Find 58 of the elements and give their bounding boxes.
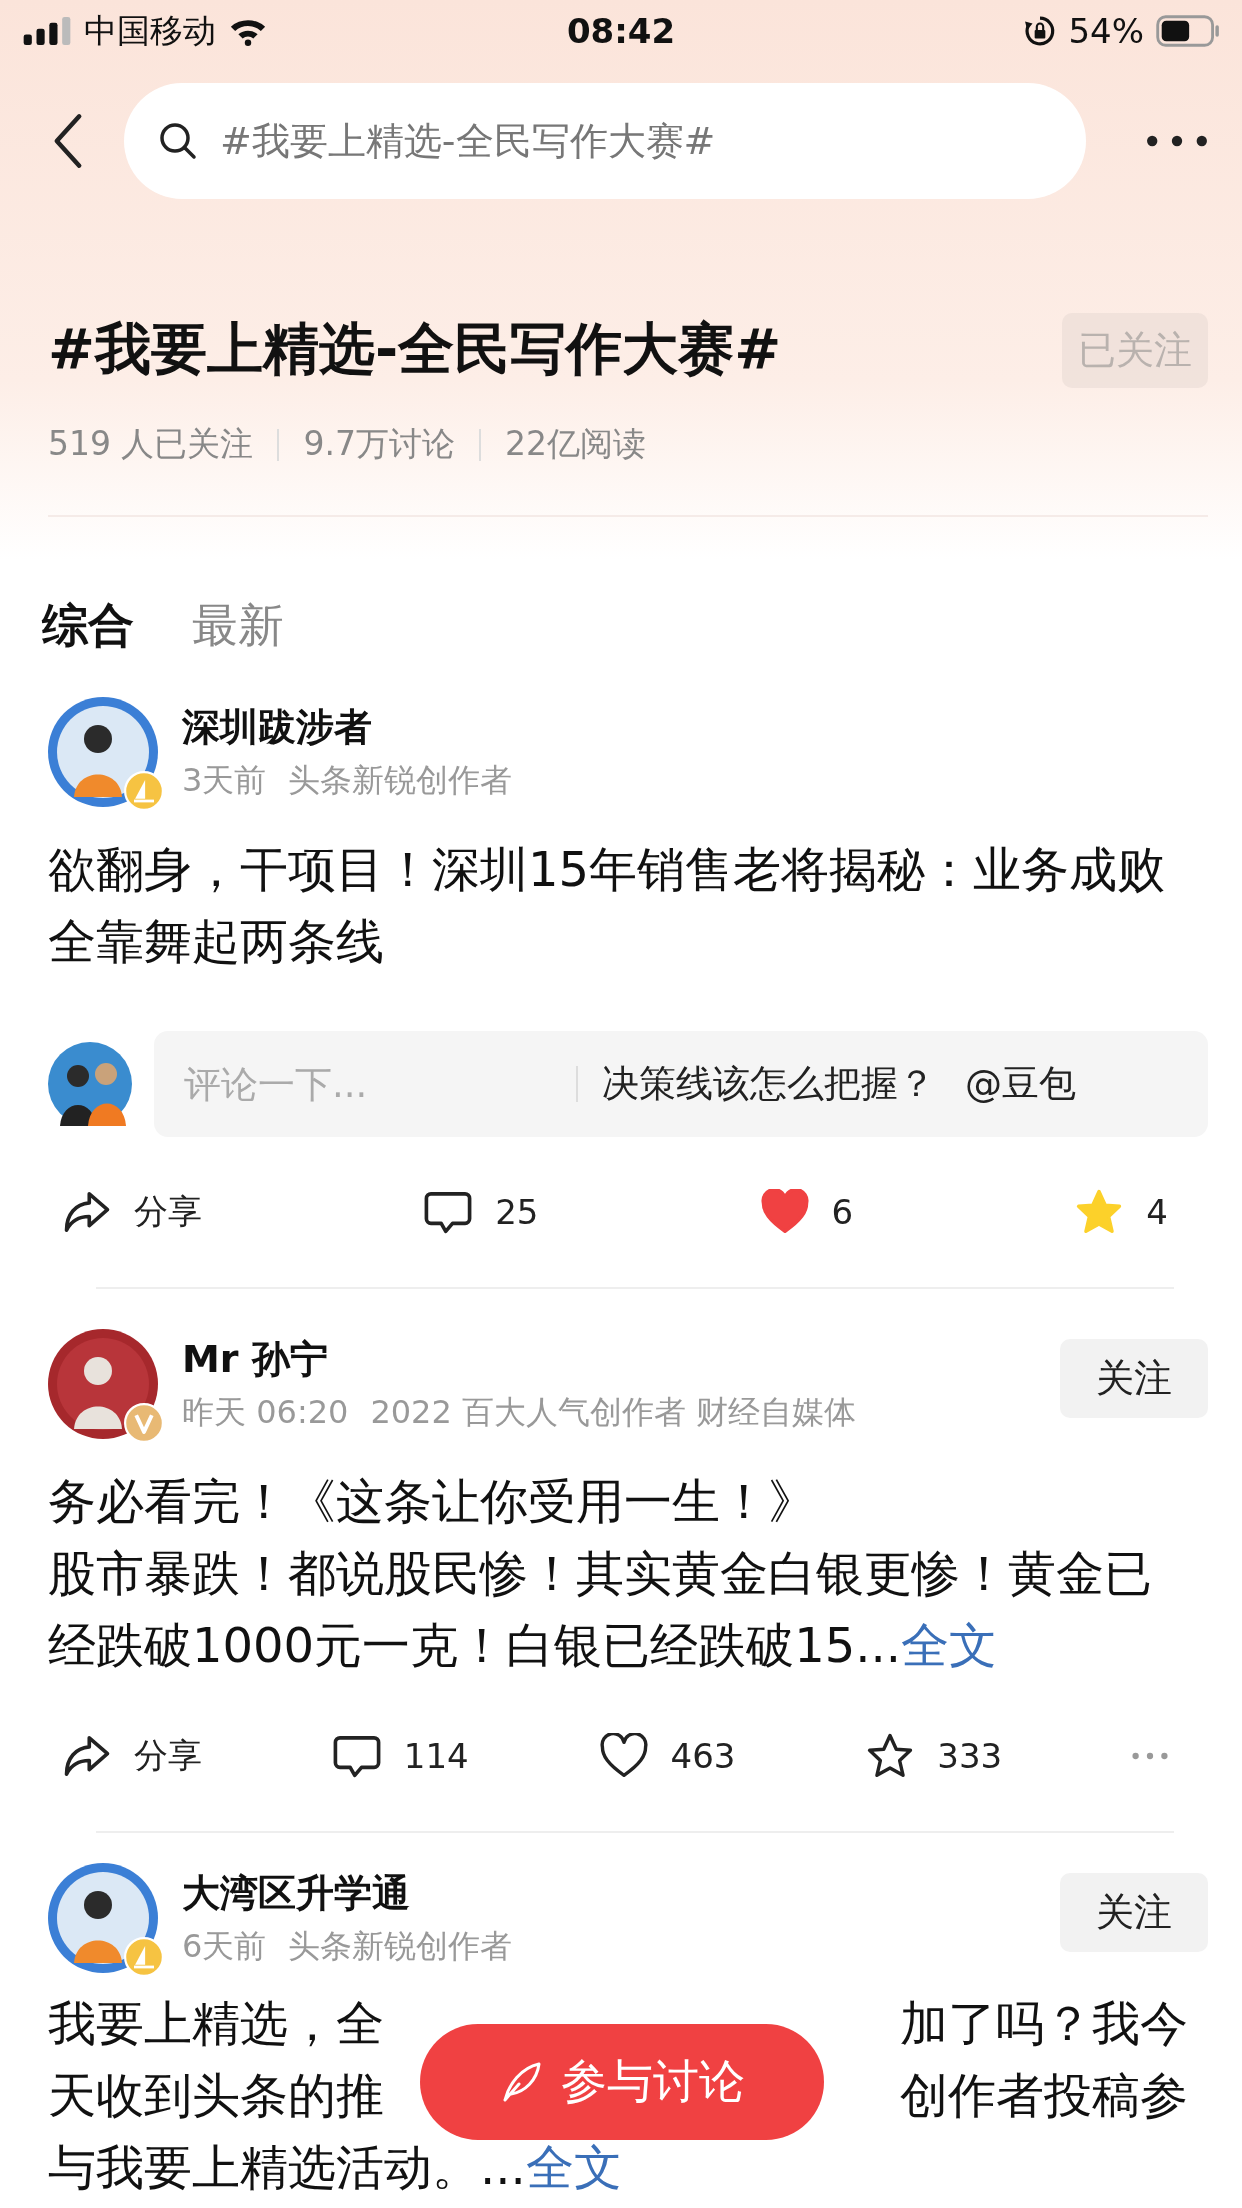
carrier-name: 中国移动 — [84, 9, 216, 52]
full-text-link[interactable]: 全文 — [901, 1617, 997, 1673]
tab[interactable]: 综合 — [42, 595, 134, 657]
post-text[interactable]: 股市暴跌！都说股民惨！其实黄金白银更惨！黄金已经跌破1000元一克！白银已经跌破15...全文 — [48, 1537, 1198, 1681]
topic-stat: 519 人已关注 — [48, 423, 254, 465]
suggested-question[interactable]: 决策线该怎么把握？ — [602, 1059, 935, 1109]
follow-button[interactable]: 关注 — [1060, 1873, 1208, 1952]
rotation-lock-icon — [1024, 15, 1057, 47]
action-label: 4 — [1146, 1192, 1168, 1232]
heart-icon[interactable] — [598, 1733, 649, 1779]
clock-time: 08:42 — [566, 11, 676, 51]
action-label: 分享 — [134, 1190, 202, 1233]
comment-icon[interactable] — [331, 1733, 382, 1779]
author-tag: 2022 百大人气创作者 财经自媒体 — [370, 1390, 857, 1435]
author-tag: 头条新锐创作者 — [288, 758, 513, 803]
action-label: 114 — [403, 1736, 469, 1776]
author-name[interactable]: Mr 孙宁 — [182, 1333, 1060, 1385]
post-text[interactable]: 欲翻身，干项目！深圳15年销售老将揭秘：业务成败全靠舞起两条线 — [48, 833, 1198, 977]
avatar[interactable] — [48, 1329, 158, 1439]
creator-badge-icon — [124, 1937, 164, 1977]
search-field[interactable]: #我要上精选-全民写作大赛# — [124, 83, 1086, 199]
post-text: 我要上精选，全 — [48, 1994, 384, 2053]
share-icon[interactable] — [62, 1733, 112, 1779]
post-text: 创作者投稿参 — [900, 2066, 1188, 2125]
mention-link[interactable]: @豆包 — [965, 1059, 1076, 1109]
topic-stat: 9.7万讨论 — [303, 423, 455, 465]
creator-badge-icon — [124, 771, 164, 811]
post-time: 昨天 06:20 — [182, 1391, 349, 1433]
action-label: 25 — [495, 1192, 539, 1232]
post-text: 天收到头条的推 — [48, 2066, 384, 2125]
tab[interactable]: 最新 — [192, 595, 284, 657]
more-icon[interactable] — [1146, 134, 1208, 148]
battery-icon — [1156, 15, 1220, 47]
follow-button[interactable]: 关注 — [1060, 1339, 1208, 1418]
verified-badge-icon — [124, 1403, 164, 1443]
search-icon — [158, 121, 198, 161]
action-label: 6 — [831, 1192, 854, 1232]
comment-field[interactable]: 评论一下... — [182, 1061, 576, 1107]
post-text[interactable]: 务必看完！《这条让你受用一生！》 — [48, 1465, 1198, 1537]
comment-icon[interactable] — [423, 1189, 474, 1235]
avatar[interactable] — [48, 697, 158, 807]
signal-icon — [22, 17, 72, 45]
action-label: 333 — [937, 1736, 1003, 1776]
action-label: 463 — [670, 1736, 736, 1776]
join-discussion-button[interactable]: 参与讨论 — [420, 2024, 824, 2140]
topic-stat: 22亿阅读 — [504, 423, 646, 465]
topic-title: #我要上精选-全民写作大赛# — [48, 315, 782, 383]
full-text-link[interactable]: 全文 — [525, 2139, 622, 2195]
author-name[interactable]: 深圳跋涉者 — [182, 701, 1208, 753]
battery-percent: 54% — [1068, 11, 1144, 51]
post-time: 3天前 — [182, 759, 267, 801]
author-tag: 头条新锐创作者 — [288, 1924, 513, 1969]
post-text: 加了吗？我今 — [900, 1994, 1188, 2053]
post-time: 6天前 — [182, 1925, 267, 1967]
action-label: 分享 — [134, 1734, 202, 1777]
share-icon[interactable] — [62, 1189, 112, 1235]
avatar[interactable] — [48, 1863, 158, 1973]
author-name[interactable]: 大湾区升学通 — [182, 1867, 1060, 1919]
